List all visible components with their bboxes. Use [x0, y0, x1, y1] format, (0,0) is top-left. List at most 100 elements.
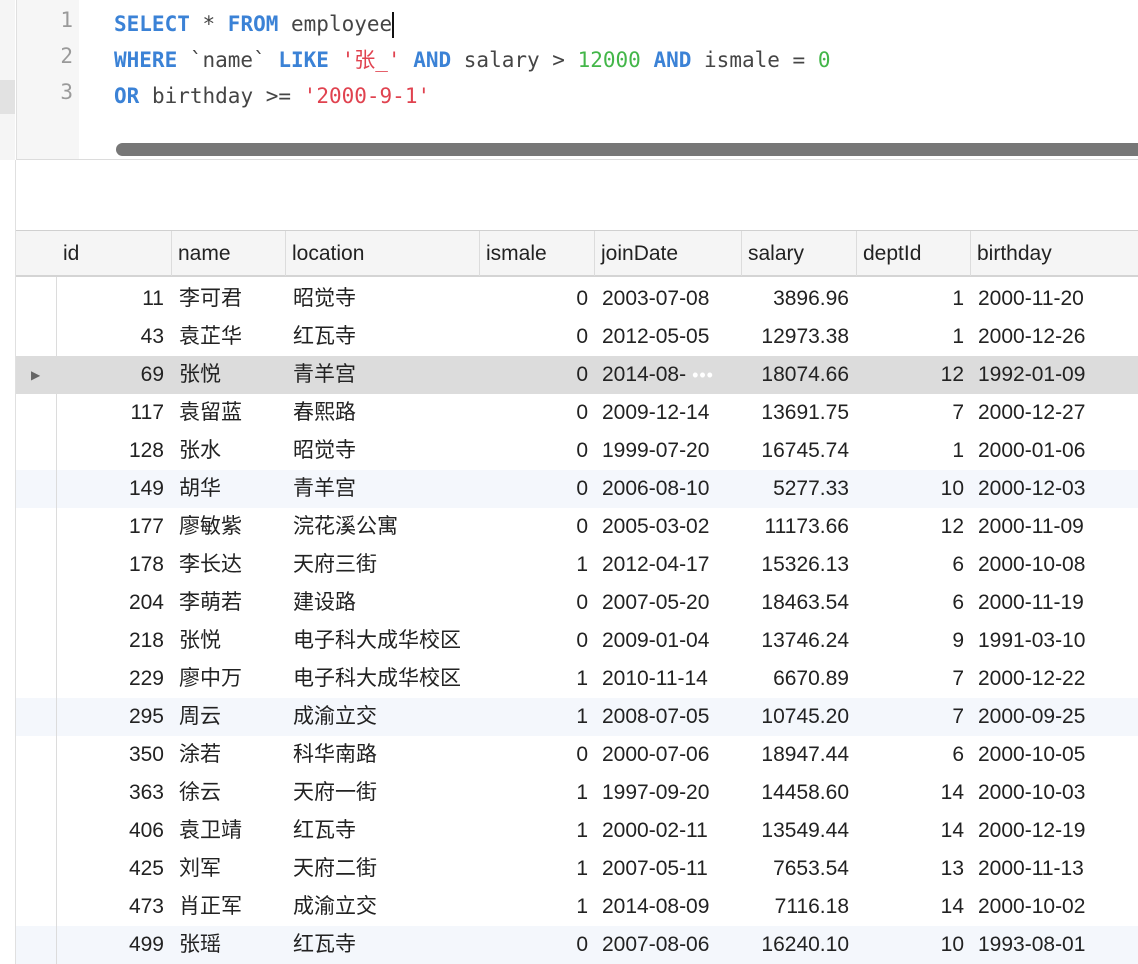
cell-name[interactable]: 张悦 [179, 356, 279, 394]
cell-joindate[interactable]: 2003-07-08 [602, 280, 735, 318]
cell-deptid[interactable]: 9 [856, 622, 964, 660]
cell-salary[interactable]: 16240.10 [741, 926, 849, 964]
cell-deptid[interactable]: 1 [856, 318, 964, 356]
cell-salary[interactable]: 13691.75 [741, 394, 849, 432]
cell-birthday[interactable]: 2000-11-20 [978, 280, 1138, 318]
cell-location[interactable]: 电子科大成华校区 [293, 660, 478, 698]
cell-birthday[interactable]: 2000-11-19 [978, 584, 1138, 622]
cell-salary[interactable]: 18463.54 [741, 584, 849, 622]
table-row[interactable]: 218 张悦 电子科大成华校区 0 2009-01-04 13746.24 9 1991-03… [16, 622, 1138, 660]
table-row[interactable]: 178 李长达 天府三街 1 2012-04-17 15326.13 6 2000-10-08 [16, 546, 1138, 584]
cell-ismale[interactable]: 0 [479, 280, 588, 318]
cell-name[interactable]: 廖敏紫 [179, 508, 279, 546]
cell-salary[interactable]: 13549.44 [741, 812, 849, 850]
cell-name[interactable]: 袁芷华 [179, 318, 279, 356]
cell-location[interactable]: 电子科大成华校区 [293, 622, 478, 660]
cell-id[interactable]: 295 [57, 698, 164, 736]
cell-id[interactable]: 11 [57, 280, 164, 318]
table-row[interactable]: 473 肖正军 成渝立交 1 2014-08-09 7116.18 14 2000-10-02 [16, 888, 1138, 926]
cell-name[interactable]: 袁卫靖 [179, 812, 279, 850]
cell-ismale[interactable]: 0 [479, 508, 588, 546]
cell-salary[interactable]: 13746.24 [741, 622, 849, 660]
cell-name[interactable]: 徐云 [179, 774, 279, 812]
cell-joindate[interactable]: 2009-12-14 [602, 394, 735, 432]
cell-salary[interactable]: 7116.18 [741, 888, 849, 926]
cell-deptid[interactable]: 1 [856, 432, 964, 470]
cell-deptid[interactable]: 12 [856, 508, 964, 546]
cell-name[interactable]: 廖中万 [179, 660, 279, 698]
cell-salary[interactable]: 18947.44 [741, 736, 849, 774]
cell-ismale[interactable]: 1 [479, 812, 588, 850]
cell-location[interactable]: 青羊宫 [293, 470, 478, 508]
table-row[interactable]: 363 徐云 天府一街 1 1997-09-20 14458.60 14 2000-10-03 [16, 774, 1138, 812]
column-header-joindate[interactable]: joinDate [594, 231, 741, 276]
cell-id[interactable]: 218 [57, 622, 164, 660]
table-row[interactable]: 229 廖中万 电子科大成华校区 1 2010-11-14 6670.89 7 2000-12… [16, 660, 1138, 698]
cell-salary[interactable]: 3896.96 [741, 280, 849, 318]
cell-birthday[interactable]: 2000-01-06 [978, 432, 1138, 470]
cell-ismale[interactable]: 0 [479, 584, 588, 622]
cell-name[interactable]: 李长达 [179, 546, 279, 584]
cell-joindate[interactable]: 2010-11-14 [602, 660, 735, 698]
cell-location[interactable]: 春熙路 [293, 394, 478, 432]
cell-location[interactable]: 红瓦寺 [293, 318, 478, 356]
table-row[interactable]: 350 涂若 科华南路 0 2000-07-06 18947.44 6 2000-10-05 [16, 736, 1138, 774]
table-row[interactable]: 425 刘军 天府二街 1 2007-05-11 7653.54 13 2000-11-13 [16, 850, 1138, 888]
cell-name[interactable]: 刘军 [179, 850, 279, 888]
cell-joindate[interactable]: 2012-04-17 [602, 546, 735, 584]
cell-id[interactable]: 350 [57, 736, 164, 774]
cell-salary[interactable]: 14458.60 [741, 774, 849, 812]
cell-birthday[interactable]: 2000-12-03 [978, 470, 1138, 508]
cell-id[interactable]: 229 [57, 660, 164, 698]
table-row[interactable]: ▶ 69 张悦 青羊宫 0 2014-08- ••• 18074.66 12 1992-01-0… [16, 356, 1138, 394]
cell-birthday[interactable]: 2000-09-25 [978, 698, 1138, 736]
cell-joindate[interactable]: 2008-07-05 [602, 698, 735, 736]
cell-id[interactable]: 425 [57, 850, 164, 888]
cell-birthday[interactable]: 2000-11-13 [978, 850, 1138, 888]
cell-birthday[interactable]: 2000-12-27 [978, 394, 1138, 432]
results-grid[interactable]: id name location ismale joinDate salary … [15, 230, 1138, 964]
cell-deptid[interactable]: 13 [856, 850, 964, 888]
column-header-location[interactable]: location [285, 231, 479, 276]
cell-name[interactable]: 袁留蓝 [179, 394, 279, 432]
cell-joindate[interactable]: 2006-08-10 [602, 470, 735, 508]
cell-joindate[interactable]: 2014-08-09 [602, 888, 735, 926]
table-row[interactable]: 177 廖敏紫 浣花溪公寓 0 2005-03-02 11173.66 12 2000-11-… [16, 508, 1138, 546]
cell-birthday[interactable]: 1993-08-01 [978, 926, 1138, 964]
cell-location[interactable]: 红瓦寺 [293, 812, 478, 850]
cell-ismale[interactable]: 0 [479, 470, 588, 508]
cell-birthday[interactable]: 2000-12-22 [978, 660, 1138, 698]
horizontal-scrollbar[interactable] [116, 143, 1138, 156]
column-header-name[interactable]: name [171, 231, 285, 276]
cell-joindate[interactable]: 1999-07-20 [602, 432, 735, 470]
cell-salary[interactable]: 18074.66 [741, 356, 849, 394]
column-header-id[interactable]: id [57, 231, 171, 276]
cell-deptid[interactable]: 10 [856, 926, 964, 964]
cell-id[interactable]: 499 [57, 926, 164, 964]
cell-ismale[interactable]: 1 [479, 774, 588, 812]
cell-id[interactable]: 204 [57, 584, 164, 622]
cell-location[interactable]: 昭觉寺 [293, 432, 478, 470]
cell-joindate[interactable]: 2007-05-11 [602, 850, 735, 888]
cell-ismale[interactable]: 1 [479, 660, 588, 698]
cell-location[interactable]: 天府三街 [293, 546, 478, 584]
cell-joindate[interactable]: 2000-07-06 [602, 736, 735, 774]
cell-name[interactable]: 张瑶 [179, 926, 279, 964]
table-row[interactable]: 499 张瑶 红瓦寺 0 2007-08-06 16240.10 10 1993-08-01 [16, 926, 1138, 964]
cell-birthday[interactable]: 2000-10-02 [978, 888, 1138, 926]
cell-deptid[interactable]: 1 [856, 280, 964, 318]
cell-ismale[interactable]: 1 [479, 698, 588, 736]
cell-birthday[interactable]: 2000-10-03 [978, 774, 1138, 812]
cell-id[interactable]: 149 [57, 470, 164, 508]
sql-editor[interactable]: 1 2 3 SELECT * FROM employee WHERE `name… [0, 0, 1138, 160]
column-header-salary[interactable]: salary [741, 231, 856, 276]
table-row[interactable]: 149 胡华 青羊宫 0 2006-08-10 5277.33 10 2000-12-03 [16, 470, 1138, 508]
cell-birthday[interactable]: 2000-11-09 [978, 508, 1138, 546]
cell-location[interactable]: 浣花溪公寓 [293, 508, 478, 546]
cell-location[interactable]: 青羊宫 [293, 356, 478, 394]
cell-deptid[interactable]: 6 [856, 584, 964, 622]
cell-deptid[interactable]: 14 [856, 888, 964, 926]
cell-id[interactable]: 128 [57, 432, 164, 470]
cell-name[interactable]: 肖正军 [179, 888, 279, 926]
cell-ismale[interactable]: 0 [479, 432, 588, 470]
